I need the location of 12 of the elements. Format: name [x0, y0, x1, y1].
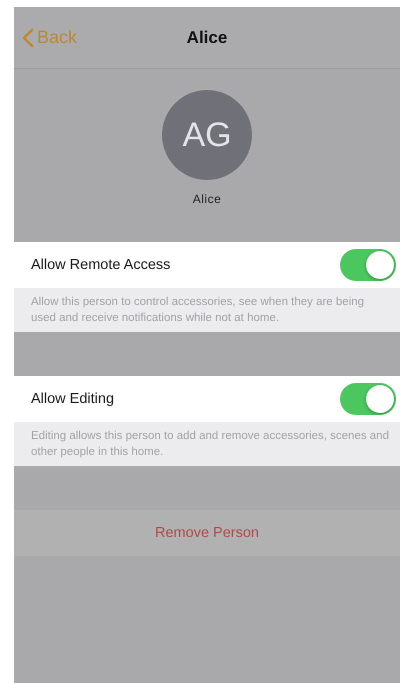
toggle-switch[interactable]	[340, 383, 396, 415]
setting-label: Allow Editing	[31, 391, 114, 407]
setting-label: Allow Remote Access	[31, 257, 170, 273]
page-title: Alice	[186, 28, 228, 48]
setting-description: Allow this person to control accessories, see when they are being used and receive notifications while not at home.	[14, 288, 400, 332]
setting-description: Editing allows this person to add and remove accessories, scenes and other people in this home.	[14, 422, 400, 466]
back-button[interactable]: Back	[22, 27, 78, 48]
remove-person-button[interactable]: Remove Person	[14, 510, 400, 556]
avatar-initials: AG	[182, 116, 232, 154]
toggle-switch[interactable]	[340, 249, 396, 281]
person-name: Alice	[192, 192, 222, 206]
chevron-left-icon	[22, 28, 34, 48]
